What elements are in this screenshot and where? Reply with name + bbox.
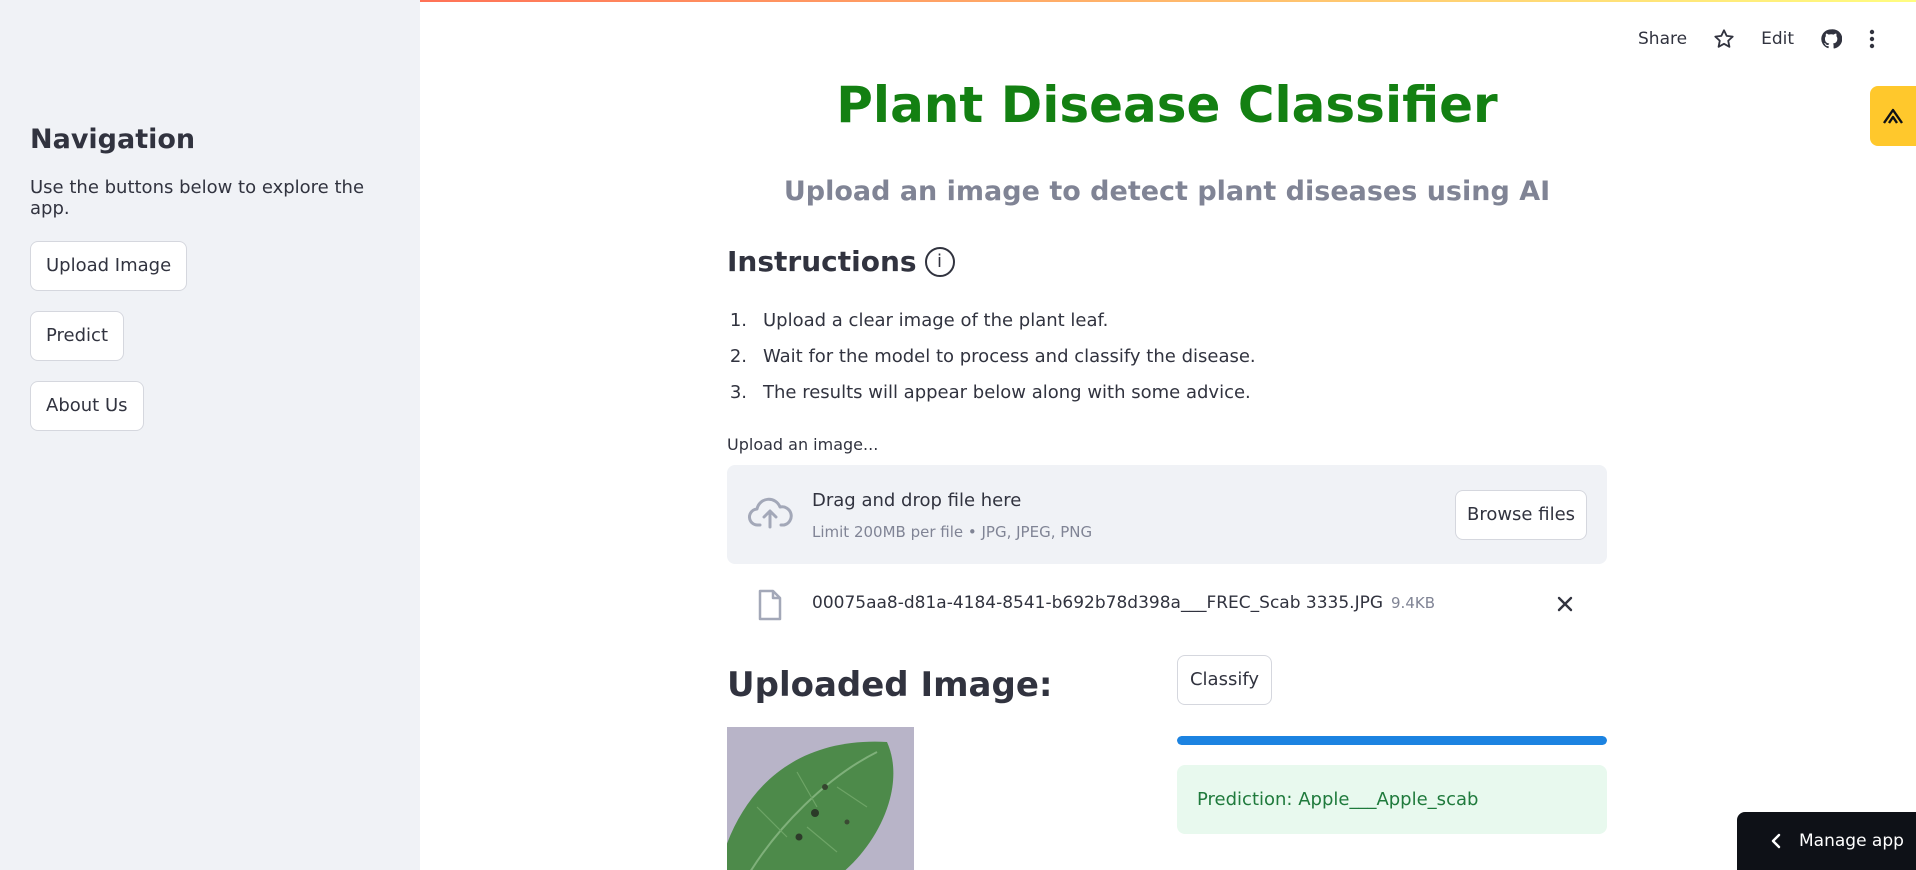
upload-image-button[interactable]: Upload Image — [30, 241, 188, 291]
streamlit-badge[interactable] — [1870, 86, 1916, 146]
file-size: 9.4KB — [1391, 594, 1435, 612]
dropzone-limit: Limit 200MB per file • JPG, JPEG, PNG — [812, 523, 1093, 541]
file-name-text: 00075aa8-d81a-4184-8541-b692b78d398a___F… — [812, 593, 1384, 613]
manage-app-button[interactable]: Manage app — [1737, 812, 1916, 870]
edit-button[interactable]: Edit — [1761, 29, 1794, 49]
manage-app-label: Manage app — [1799, 831, 1904, 851]
sidebar-description: Use the buttons below to explore the app… — [30, 177, 365, 219]
cloud-upload-icon — [748, 497, 793, 529]
file-icon — [758, 589, 782, 621]
dropzone-title: Drag and drop file here — [812, 490, 1022, 511]
predict-button[interactable]: Predict — [30, 311, 124, 361]
chevron-left-icon — [1771, 833, 1781, 849]
prediction-result: Prediction: Apple___Apple_scab — [1177, 765, 1607, 834]
uploader-label: Upload an image... — [727, 435, 879, 454]
star-icon[interactable] — [1713, 28, 1735, 50]
progress-bar — [1177, 736, 1607, 745]
browse-files-button[interactable]: Browse files — [1455, 490, 1587, 540]
list-item: 1. Upload a clear image of the plant leaf… — [729, 310, 1109, 331]
info-icon[interactable]: i — [924, 246, 955, 277]
file-dropzone[interactable]: Drag and drop file here Limit 200MB per … — [727, 465, 1607, 564]
instructions-heading: Instructions i — [727, 245, 955, 278]
file-name: 00075aa8-d81a-4184-8541-b692b78d398a___F… — [812, 593, 1435, 613]
more-vert-icon[interactable] — [1868, 28, 1876, 50]
sidebar-heading: Navigation — [30, 124, 196, 155]
uploaded-file-row: 00075aa8-d81a-4184-8541-b692b78d398a___F… — [727, 585, 1607, 625]
classify-button[interactable]: Classify — [1177, 655, 1272, 705]
progress-bar-fill — [1177, 736, 1607, 745]
sidebar: Navigation Use the buttons below to expl… — [0, 0, 420, 870]
list-item: 2. Wait for the model to process and clas… — [729, 346, 1256, 367]
instructions-list: 1. Upload a clear image of the plant leaf… — [727, 310, 1256, 418]
uploaded-leaf-image — [727, 727, 914, 870]
instructions-heading-text: Instructions — [727, 245, 917, 278]
about-us-button[interactable]: About Us — [30, 381, 144, 431]
uploaded-image-heading: Uploaded Image: — [727, 665, 1053, 705]
page-title: Plant Disease Classifier — [836, 76, 1498, 134]
app-toolbar: Share Edit — [1638, 28, 1876, 50]
streamlit-logo-icon — [1883, 108, 1903, 124]
page-subtitle: Upload an image to detect plant diseases… — [783, 176, 1551, 207]
close-icon[interactable] — [1556, 595, 1574, 613]
list-item: 3. The results will appear below along wi… — [729, 382, 1251, 403]
github-icon[interactable] — [1820, 28, 1842, 50]
share-button[interactable]: Share — [1638, 29, 1687, 49]
